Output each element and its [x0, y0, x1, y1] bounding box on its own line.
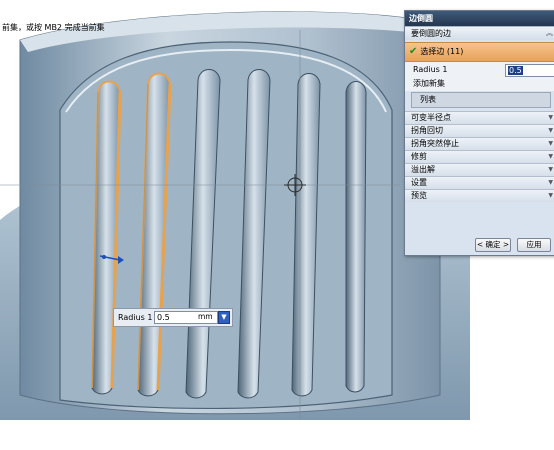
section-variable-radius-points[interactable]: 可变半径点 ▼ [405, 111, 554, 124]
list-box[interactable]: 列表 [411, 92, 551, 108]
radius-row: Radius 1 0.5 [405, 62, 554, 77]
add-new-set-row[interactable]: 添加新集 [405, 77, 554, 91]
section-stop-short-of-corner[interactable]: 拐角突然停止 ▼ [405, 137, 554, 150]
chevron-down-icon: ▼ [548, 127, 553, 134]
unit-label: mm [198, 312, 213, 321]
radius-field[interactable]: 0.5 [505, 64, 554, 77]
dialog-title: 边倒圆 [405, 11, 554, 26]
section-preview[interactable]: 预览 ▼ [405, 189, 554, 202]
check-icon: ✔ [409, 46, 418, 57]
apply-button[interactable]: 应用 [517, 238, 551, 252]
section-overflow-resolution[interactable]: 溢出解 ▼ [405, 163, 554, 176]
chevron-down-icon: ▼ [548, 140, 553, 147]
unit-dropdown-icon[interactable]: ▼ [218, 311, 230, 324]
chevron-down-icon: ▼ [548, 192, 553, 199]
section-trim[interactable]: 修剪 ▼ [405, 150, 554, 163]
edge-blend-dialog: 边倒圆 要倒圆的边 ︽ ✔ 选择边 (11) Radius 1 0.5 添加新集 … [404, 10, 554, 256]
section-corner-setback[interactable]: 拐角回切 ▼ [405, 124, 554, 137]
dialog-button-row: < 确定 > 应用 [405, 237, 554, 253]
onscreen-radius-value: 0.5 [157, 313, 170, 322]
select-edge-row[interactable]: ✔ 选择边 (11) [405, 42, 554, 62]
section-settings[interactable]: 设置 ▼ [405, 176, 554, 189]
onscreen-radius-input: Radius 1 0.5 mm ▼ [113, 308, 233, 327]
select-edge-label: 选择边 (11) [420, 47, 464, 56]
group-title: 要倒圆的边 [411, 29, 451, 38]
group-edges-to-blend[interactable]: 要倒圆的边 ︽ [405, 26, 554, 40]
chevron-down-icon: ▼ [548, 153, 553, 160]
chevron-up-icon: ︽ [546, 29, 553, 37]
chevron-down-icon: ▼ [548, 179, 553, 186]
chevron-down-icon: ▼ [548, 166, 553, 173]
radius-label: Radius 1 [413, 65, 448, 74]
radius-value: 0.5 [508, 66, 523, 75]
onscreen-radius-label: Radius 1 [118, 313, 153, 322]
status-prompt: 前集，或按 MB2 完成当前集 [2, 23, 105, 32]
ok-button[interactable]: < 确定 > [475, 238, 511, 252]
chevron-down-icon: ▼ [548, 114, 553, 121]
